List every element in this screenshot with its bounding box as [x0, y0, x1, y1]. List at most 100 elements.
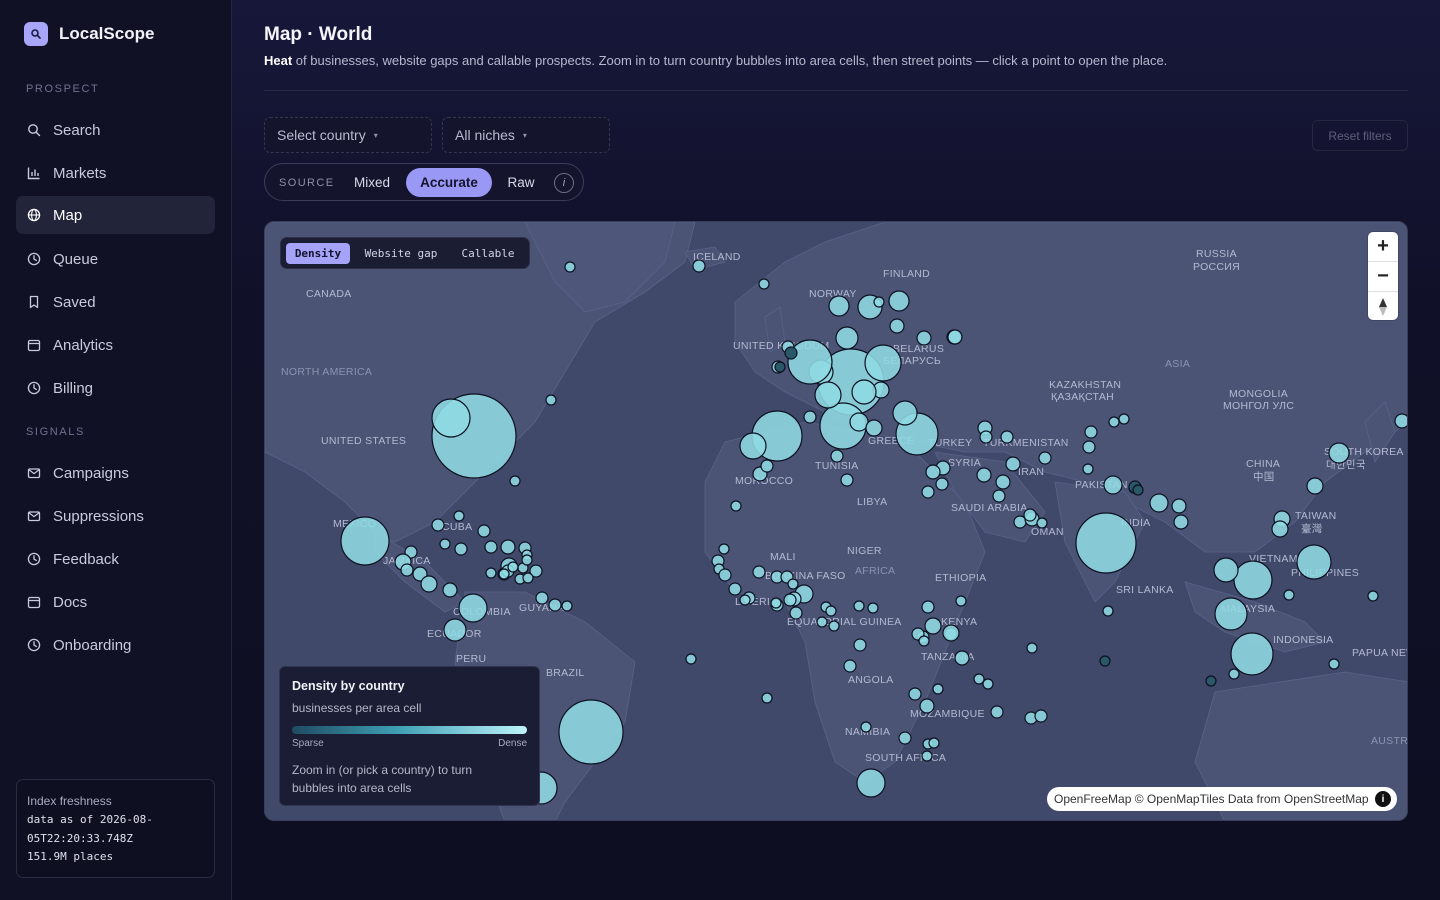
density-bubble[interactable] — [1149, 493, 1169, 513]
source-info-icon[interactable]: i — [554, 173, 574, 193]
sidebar-item-saved[interactable]: Saved — [16, 283, 215, 321]
density-bubble[interactable] — [919, 698, 935, 714]
density-bubble[interactable] — [718, 543, 730, 555]
density-bubble[interactable] — [935, 477, 949, 491]
density-bubble[interactable] — [400, 563, 414, 577]
density-bubble[interactable] — [535, 591, 549, 605]
density-bubble[interactable] — [477, 524, 491, 538]
density-bubble[interactable] — [521, 554, 533, 566]
density-bubble[interactable] — [1084, 425, 1098, 439]
density-bubble[interactable] — [1038, 451, 1052, 465]
density-bubble[interactable] — [1283, 589, 1295, 601]
density-bubble[interactable] — [458, 593, 488, 623]
density-bubble[interactable] — [558, 699, 624, 765]
density-bubble[interactable] — [1367, 590, 1379, 602]
density-bubble[interactable] — [685, 653, 697, 665]
density-bubble[interactable] — [439, 538, 451, 550]
density-bubble[interactable] — [835, 326, 859, 350]
density-bubble[interactable] — [500, 539, 516, 555]
density-bubble[interactable] — [979, 430, 993, 444]
density-bubble[interactable] — [507, 561, 519, 573]
density-bubble[interactable] — [1328, 442, 1350, 464]
density-bubble[interactable] — [856, 768, 886, 798]
density-bubble[interactable] — [825, 605, 837, 617]
density-bubble[interactable] — [921, 600, 935, 614]
density-bubble[interactable] — [787, 339, 833, 385]
density-bubble[interactable] — [921, 750, 933, 762]
sidebar-item-billing[interactable]: Billing — [16, 369, 215, 407]
density-bubble[interactable] — [982, 678, 994, 690]
density-bubble[interactable] — [853, 638, 867, 652]
sidebar-item-analytics[interactable]: Analytics — [16, 326, 215, 364]
density-bubble[interactable] — [942, 624, 960, 642]
density-bubble[interactable] — [924, 617, 942, 635]
density-bubble[interactable] — [918, 635, 930, 647]
reset-filters-button[interactable]: Reset filters — [1312, 120, 1408, 151]
density-bubble[interactable] — [774, 361, 786, 373]
density-bubble[interactable] — [828, 620, 840, 632]
density-bubble[interactable] — [851, 379, 877, 405]
niche-select[interactable]: All niches ▾ — [442, 117, 610, 153]
density-bubble[interactable] — [340, 516, 390, 566]
density-bubble[interactable] — [420, 575, 438, 593]
density-bubble[interactable] — [1102, 605, 1114, 617]
density-bubble[interactable] — [718, 568, 732, 582]
density-bubble[interactable] — [564, 261, 576, 273]
zoom-out-button[interactable]: − — [1368, 262, 1398, 291]
density-bubble[interactable] — [545, 394, 557, 406]
density-bubble[interactable] — [865, 419, 883, 437]
density-bubble[interactable] — [1214, 597, 1248, 631]
density-bubble[interactable] — [864, 344, 902, 382]
density-bubble[interactable] — [548, 598, 562, 612]
density-bubble[interactable] — [1082, 463, 1094, 475]
density-bubble[interactable] — [522, 572, 534, 584]
density-bubble[interactable] — [954, 650, 970, 666]
density-bubble[interactable] — [752, 565, 766, 579]
density-bubble[interactable] — [484, 540, 498, 554]
density-bubble[interactable] — [995, 474, 1011, 490]
density-bubble[interactable] — [789, 606, 803, 620]
density-bubble[interactable] — [739, 432, 767, 460]
layer-tab-density[interactable]: Density — [286, 243, 350, 264]
density-bubble[interactable] — [1328, 658, 1340, 670]
density-bubble[interactable] — [828, 295, 850, 317]
density-bubble[interactable] — [992, 489, 1006, 503]
density-bubble[interactable] — [431, 518, 445, 532]
density-bubble[interactable] — [892, 400, 918, 426]
world-map[interactable]: ICELAND FINLAND RUSSIA РОССИЯ CANADA NOR… — [264, 221, 1408, 821]
attribution-info-icon[interactable]: i — [1375, 791, 1391, 807]
density-bubble[interactable] — [1230, 632, 1274, 676]
density-bubble[interactable] — [932, 683, 944, 695]
density-bubble[interactable] — [1118, 413, 1130, 425]
zoom-in-button[interactable]: + — [1368, 232, 1398, 261]
density-bubble[interactable] — [761, 692, 773, 704]
sidebar-item-campaigns[interactable]: Campaigns — [16, 454, 215, 492]
density-bubble[interactable] — [888, 290, 910, 312]
density-bubble[interactable] — [816, 616, 828, 628]
density-bubble[interactable] — [955, 595, 967, 607]
density-bubble[interactable] — [787, 578, 799, 590]
density-bubble[interactable] — [873, 296, 885, 308]
density-bubble[interactable] — [860, 721, 872, 733]
density-bubble[interactable] — [1036, 517, 1048, 529]
density-bubble[interactable] — [973, 673, 985, 685]
density-bubble[interactable] — [947, 329, 963, 345]
density-bubble[interactable] — [454, 542, 468, 556]
density-bubble[interactable] — [1296, 544, 1332, 580]
density-bubble[interactable] — [1108, 416, 1120, 428]
density-bubble[interactable] — [898, 731, 912, 745]
density-bubble[interactable] — [728, 582, 742, 596]
density-bubble[interactable] — [453, 510, 465, 522]
density-bubble[interactable] — [916, 330, 932, 346]
density-bubble[interactable] — [925, 464, 941, 480]
density-bubble[interactable] — [485, 567, 497, 579]
density-bubble[interactable] — [783, 593, 797, 607]
density-bubble[interactable] — [692, 259, 706, 273]
density-bubble[interactable] — [1306, 477, 1324, 495]
density-bubble[interactable] — [561, 600, 573, 612]
density-bubble[interactable] — [1005, 456, 1021, 472]
density-bubble[interactable] — [867, 602, 879, 614]
density-bubble[interactable] — [849, 412, 869, 432]
attribution-osm-link[interactable]: OpenStreetMap — [1284, 792, 1369, 806]
density-bubble[interactable] — [889, 318, 905, 334]
